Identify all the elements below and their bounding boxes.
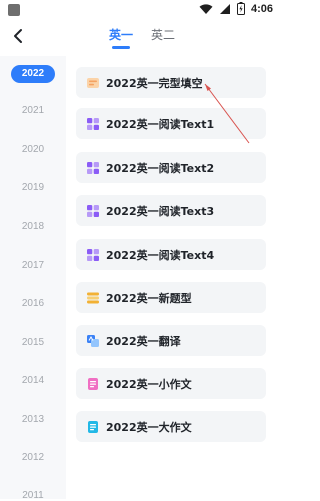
list-icon: [86, 291, 100, 305]
battery-charging-icon: [236, 2, 245, 15]
year-item-2015[interactable]: 2015: [0, 337, 66, 348]
year-item-2017[interactable]: 2017: [0, 260, 66, 271]
list-item-reading-text2[interactable]: 2022英一阅读Text2: [76, 152, 266, 183]
year-item-2013[interactable]: 2013: [0, 414, 66, 425]
document-icon: [86, 377, 100, 391]
chevron-left-icon[interactable]: [8, 26, 28, 46]
year-item-2018[interactable]: 2018: [0, 221, 66, 232]
status-bar: 4:06: [0, 0, 281, 20]
list-item-label: 2022英一翻译: [106, 334, 181, 348]
list-item-label: 2022英一新题型: [106, 291, 192, 305]
grid-icon: [86, 161, 100, 175]
list-item-label: 2022英一阅读Text2: [106, 161, 215, 175]
tab-english-one[interactable]: 英一: [109, 26, 133, 49]
list-item-label: 2022英一小作文: [106, 377, 192, 391]
status-icons: 4:06: [199, 2, 273, 15]
list-item-new-question-type[interactable]: 2022英一新题型: [76, 282, 266, 313]
list-item-short-essay[interactable]: 2022英一小作文: [76, 368, 266, 399]
notification-icon: [8, 4, 20, 16]
tab-bar: 英一 英二: [109, 26, 175, 49]
tab-english-two-label: 英二: [151, 28, 176, 42]
cloze-icon: [86, 76, 100, 90]
year-sidebar: 2022 2021 2020 2019 2018 2017 2016 2015 …: [0, 56, 66, 501]
list-item-label: 2022英一完型填空: [106, 76, 203, 90]
grid-icon: [86, 248, 100, 262]
header: 英一 英二: [0, 20, 281, 56]
tab-english-one-label: 英一: [109, 28, 134, 42]
list-item-reading-text3[interactable]: 2022英一阅读Text3: [76, 195, 266, 226]
year-item-2016[interactable]: 2016: [0, 298, 66, 309]
year-item-2012[interactable]: 2012: [0, 452, 66, 463]
translate-icon: [86, 334, 100, 348]
wifi-icon: [199, 3, 213, 15]
signal-icon: [219, 3, 231, 15]
year-item-2011[interactable]: 2011: [0, 490, 66, 501]
grid-icon: [86, 204, 100, 218]
year-item-2014[interactable]: 2014: [0, 375, 66, 386]
list-item-cloze[interactable]: 2022英一完型填空: [76, 67, 266, 98]
year-item-2019[interactable]: 2019: [0, 182, 66, 193]
tab-english-two[interactable]: 英二: [151, 26, 175, 49]
document-icon: [86, 420, 100, 434]
status-time: 4:06: [250, 2, 273, 15]
year-item-2020[interactable]: 2020: [0, 144, 66, 155]
list-item-translation[interactable]: 2022英一翻译: [76, 325, 266, 356]
grid-icon: [86, 117, 100, 131]
list-item-reading-text4[interactable]: 2022英一阅读Text4: [76, 239, 266, 270]
list-item-long-essay[interactable]: 2022英一大作文: [76, 411, 266, 442]
list-item-reading-text1[interactable]: 2022英一阅读Text1: [76, 108, 266, 139]
list-item-label: 2022英一阅读Text4: [106, 248, 215, 262]
year-item-2021[interactable]: 2021: [0, 105, 66, 116]
list-item-label: 2022英一阅读Text3: [106, 204, 215, 218]
list-item-label: 2022英一大作文: [106, 420, 192, 434]
list-item-label: 2022英一阅读Text1: [106, 117, 215, 131]
year-item-2022[interactable]: 2022: [11, 65, 55, 83]
